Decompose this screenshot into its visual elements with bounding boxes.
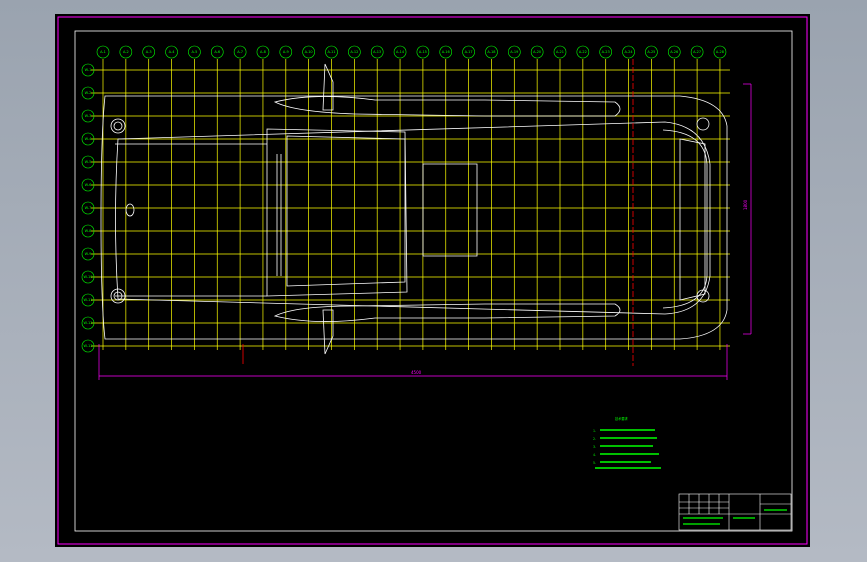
row-bubble-label: W-5 — [85, 160, 92, 164]
note-line-5: 5. — [593, 461, 596, 465]
column-bubble-label: A-1 — [100, 50, 106, 54]
row-bubble-label: W-1 — [85, 68, 92, 72]
row-bubble-label: W-9 — [85, 252, 92, 256]
column-bubble-label: A-19 — [510, 50, 518, 54]
note-text-block — [595, 429, 661, 469]
row-bubble-label: W-3 — [85, 114, 92, 118]
dimension-vertical-label: 1800 — [743, 199, 748, 210]
column-bubble-label: A-27 — [693, 50, 701, 54]
technical-notes: 技术要求 1. 2. 3. 4. 5. — [593, 416, 661, 469]
column-bubble-label: A-4 — [169, 50, 176, 54]
column-bubble-label: A-17 — [465, 50, 473, 54]
column-bubble-label: A-10 — [305, 50, 313, 54]
column-bubble-label: A-6 — [214, 50, 220, 54]
inner-frame — [74, 30, 793, 532]
column-bubble-label: A-7 — [237, 50, 243, 54]
column-bubble-label: A-11 — [327, 50, 335, 54]
column-bubble-label: A-14 — [396, 50, 405, 54]
column-bubble-label: A-8 — [260, 50, 266, 54]
column-bubble-label: A-18 — [487, 50, 495, 54]
column-bubble-label: A-3 — [146, 50, 152, 54]
note-line-4: 4. — [593, 453, 596, 457]
column-bubble-label: A-28 — [716, 50, 724, 54]
notes-title: 技术要求 — [615, 416, 629, 421]
column-bubble-label: A-20 — [533, 50, 541, 54]
row-bubble-label: W-12 — [83, 321, 92, 325]
column-bubble-label: A-13 — [373, 50, 381, 54]
dimension-lines — [98, 83, 752, 380]
column-bubble-label: A-12 — [350, 50, 358, 54]
car-grid-drawing: A-1 A-2 A-3 A-4 A-5 A-6 A-7 A-8 A-9 A-10 A-11 A-12 A… — [57, 16, 808, 545]
row-bubble-label: W-13 — [83, 344, 92, 348]
row-bubble-label: W-7 — [85, 206, 92, 210]
note-line-3: 3. — [593, 445, 596, 449]
column-bubble-label: A-25 — [647, 50, 655, 54]
title-block-text — [683, 509, 787, 525]
row-bubble-label: W-8 — [85, 229, 92, 233]
column-bubble-label: A-5 — [191, 50, 197, 54]
row-bubble-label: W-10 — [83, 275, 92, 279]
cad-viewport[interactable]: A-1 A-2 A-3 A-4 A-5 A-6 A-7 A-8 A-9 A-10 A-11 A-12 A… — [0, 0, 867, 562]
column-bubble-label: A-23 — [602, 50, 610, 54]
column-bubble-label: A-2 — [123, 50, 129, 54]
column-bubble-label: A-22 — [579, 50, 587, 54]
row-bubble-label: W-4 — [85, 137, 93, 141]
note-line-2: 2. — [593, 437, 596, 441]
column-bubble-label: A-21 — [556, 50, 564, 54]
dimension-horizontal-label: 4500 — [411, 370, 422, 375]
column-bubble-label: A-24 — [625, 50, 634, 54]
column-bubble-label: A-16 — [442, 50, 450, 54]
note-line-1: 1. — [593, 429, 596, 433]
column-bubble-label: A-9 — [283, 50, 289, 54]
row-bubble-label: W-11 — [83, 298, 92, 302]
row-bubble-label: W-2 — [85, 91, 92, 95]
row-bubble-label: W-6 — [85, 183, 92, 187]
column-bubble-label: A-26 — [670, 50, 678, 54]
drawing-sheet[interactable]: A-1 A-2 A-3 A-4 A-5 A-6 A-7 A-8 A-9 A-10 A-11 A-12 A… — [55, 14, 810, 547]
column-bubble-label: A-15 — [419, 50, 427, 54]
